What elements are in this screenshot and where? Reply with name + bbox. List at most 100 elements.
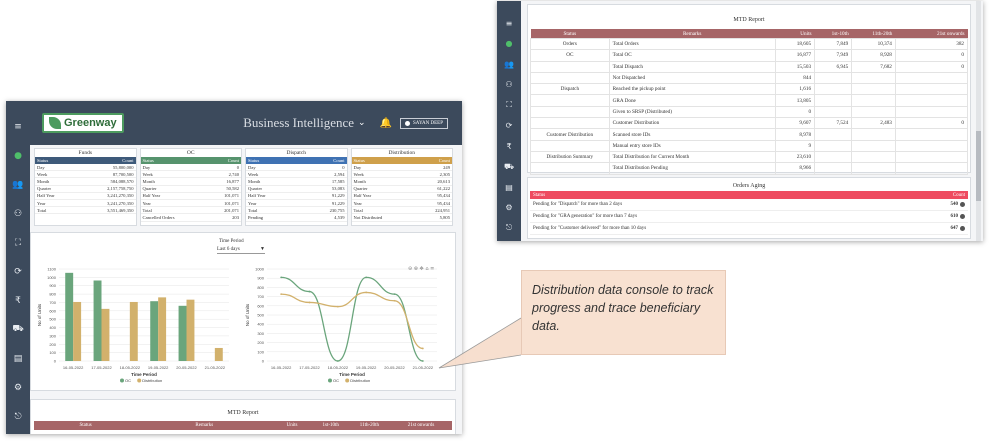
table-cell — [530, 94, 610, 107]
charts-card: Time Period Last 6 days ▼ ⊖ ⊕ ✥ ⌂ ≡ 1100… — [30, 232, 456, 391]
bar-chart: 11001000900800700600500400300200100016-0… — [37, 267, 229, 383]
table-cell — [894, 94, 969, 107]
data-point — [336, 360, 339, 362]
table-row: Distribution Summary Total Distribution f… — [530, 150, 969, 164]
logo-text: Greenway — [64, 117, 117, 129]
table-row: Customer Distribution Scanned store IDs 8,… — [530, 128, 969, 141]
settings-icon[interactable]: ⚙ — [6, 373, 30, 402]
summary-tables: Funds Status Count Day 55,800,000 Week 87,700,… — [34, 148, 453, 226]
data-point — [280, 276, 283, 279]
hierarchy-icon[interactable]: ⛶ — [497, 95, 521, 116]
user-group-icon[interactable]: ⚇ — [6, 199, 30, 228]
y-tick-label: 600 — [257, 303, 264, 308]
info-icon[interactable] — [960, 214, 965, 219]
bar-distribution — [129, 301, 138, 361]
table-cell: 9 — [774, 139, 816, 152]
users-icon[interactable]: 👥 — [6, 170, 30, 199]
top-bar: Greenway Business Intelligence ⌄ 🔔 SAYAN… — [30, 101, 462, 145]
column-header: 21st onwards — [936, 30, 965, 37]
document-icon[interactable]: ▤ — [6, 344, 30, 373]
users-icon[interactable]: 👥 — [497, 54, 521, 75]
table-cell: 0 — [894, 117, 969, 130]
globe-icon[interactable]: ● — [6, 141, 30, 170]
table-cell: 7,682 — [851, 60, 896, 73]
logout-icon[interactable]: ⎋ — [497, 218, 521, 239]
globe-icon[interactable]: ● — [497, 34, 521, 55]
table-cell: Given to SRSP (Distributed) — [608, 105, 776, 119]
rupee-icon[interactable]: ₹ — [6, 286, 30, 315]
table-cell: 8,978 — [774, 128, 816, 141]
settings-icon[interactable]: ⚙ — [497, 198, 521, 219]
y-tick-label: 400 — [49, 325, 56, 330]
table-cell: 7,524 — [814, 117, 853, 130]
summary-table-header: Status Count — [140, 157, 241, 164]
scrollbar[interactable] — [976, 1, 981, 241]
table-row: Not Distributed 5,805 — [351, 214, 452, 222]
truck-icon[interactable]: ⛟ — [6, 315, 30, 344]
data-point — [336, 305, 339, 308]
sync-icon[interactable]: ⟳ — [497, 116, 521, 137]
data-point — [393, 299, 396, 302]
table-cell: Total Distribution for Current Month — [608, 150, 776, 164]
info-icon[interactable] — [960, 202, 965, 207]
y-tick-label: 300 — [49, 333, 56, 338]
table-cell: 16,877 — [774, 49, 816, 62]
hierarchy-icon[interactable]: ⛶ — [6, 228, 30, 257]
summary-table-title: OC — [186, 150, 195, 156]
table-row: Day 249 — [351, 164, 452, 172]
table-cell — [851, 128, 896, 141]
bell-icon[interactable]: 🔔 — [380, 118, 392, 129]
table-cell: Distribution Summary — [530, 150, 610, 164]
y-tick-label: 100 — [257, 349, 264, 354]
document-icon[interactable]: ▤ — [497, 177, 521, 198]
logout-icon[interactable]: ⎋ — [6, 402, 30, 431]
rupee-icon[interactable]: ₹ — [497, 136, 521, 157]
table-cell — [814, 128, 853, 141]
aging-row: Pending for "GRA generation" for more th… — [530, 211, 968, 223]
table-row: Week 2,594 — [246, 171, 347, 179]
menu-icon[interactable]: ≡ — [6, 112, 30, 141]
user-group-icon[interactable]: ⚇ — [497, 75, 521, 96]
data-point — [280, 293, 283, 295]
summary-table-title: Funds — [78, 150, 92, 156]
truck-icon[interactable]: ⛟ — [497, 157, 521, 178]
table-row: Dispatch Reached the pickup point 1,616 — [530, 83, 969, 96]
x-tick-label: 19-05-2022 — [356, 365, 377, 370]
table-row: Total Distribution Pending 8,966 — [530, 162, 969, 175]
x-tick-label: 16-05-2022 — [271, 365, 292, 370]
table-cell — [894, 139, 969, 152]
aging-label: Pending for "GRA generation" for more th… — [533, 214, 638, 219]
table-cell: Scanned store IDs — [608, 128, 776, 141]
table-cell — [894, 150, 969, 164]
y-tick-label: 0 — [54, 359, 57, 364]
table-cell — [814, 150, 853, 164]
table-row: Day 0 — [246, 164, 347, 172]
data-point — [421, 360, 424, 362]
table-cell: 15,503 — [774, 60, 816, 73]
table-cell: 1,616 — [774, 83, 816, 96]
logo[interactable]: Greenway — [42, 113, 124, 133]
aging-value: 647 — [951, 226, 965, 231]
table-cell — [851, 139, 896, 152]
table-row: Total Dispatch 15,503 6,945 7,682 0 — [530, 60, 969, 73]
x-tick-label: 18-05-2022 — [120, 365, 141, 370]
column-header: 1st-10th — [322, 423, 339, 428]
table-row: Day 55,800,000 — [35, 164, 136, 172]
menu-icon[interactable]: ≡ — [497, 13, 521, 34]
info-icon[interactable] — [960, 226, 965, 231]
scrollbar-thumb[interactable] — [976, 131, 981, 201]
summary-table-header: Status Count — [351, 157, 452, 164]
aging-row: Pending for "Customer delivered" for mor… — [530, 223, 968, 235]
table-cell: 0 — [894, 49, 969, 62]
callout-box: Distribution data console to track progr… — [521, 270, 726, 355]
user-button[interactable]: SAYAN DEEP — [400, 117, 448, 129]
sync-icon[interactable]: ⟳ — [6, 257, 30, 286]
bar-oc — [65, 272, 74, 361]
table-row: OC Total OC 16,877 7,949 8,928 0 — [530, 49, 969, 62]
table-row: Total 201,071 — [140, 207, 241, 215]
chevron-down-icon[interactable]: ⌄ — [358, 118, 366, 128]
time-period-select[interactable]: Last 6 days ▼ — [217, 246, 265, 254]
table-cell: 8,928 — [851, 49, 896, 62]
summary-table-header: Status Count — [35, 157, 136, 164]
summary-table-title: Distribution — [388, 150, 416, 156]
